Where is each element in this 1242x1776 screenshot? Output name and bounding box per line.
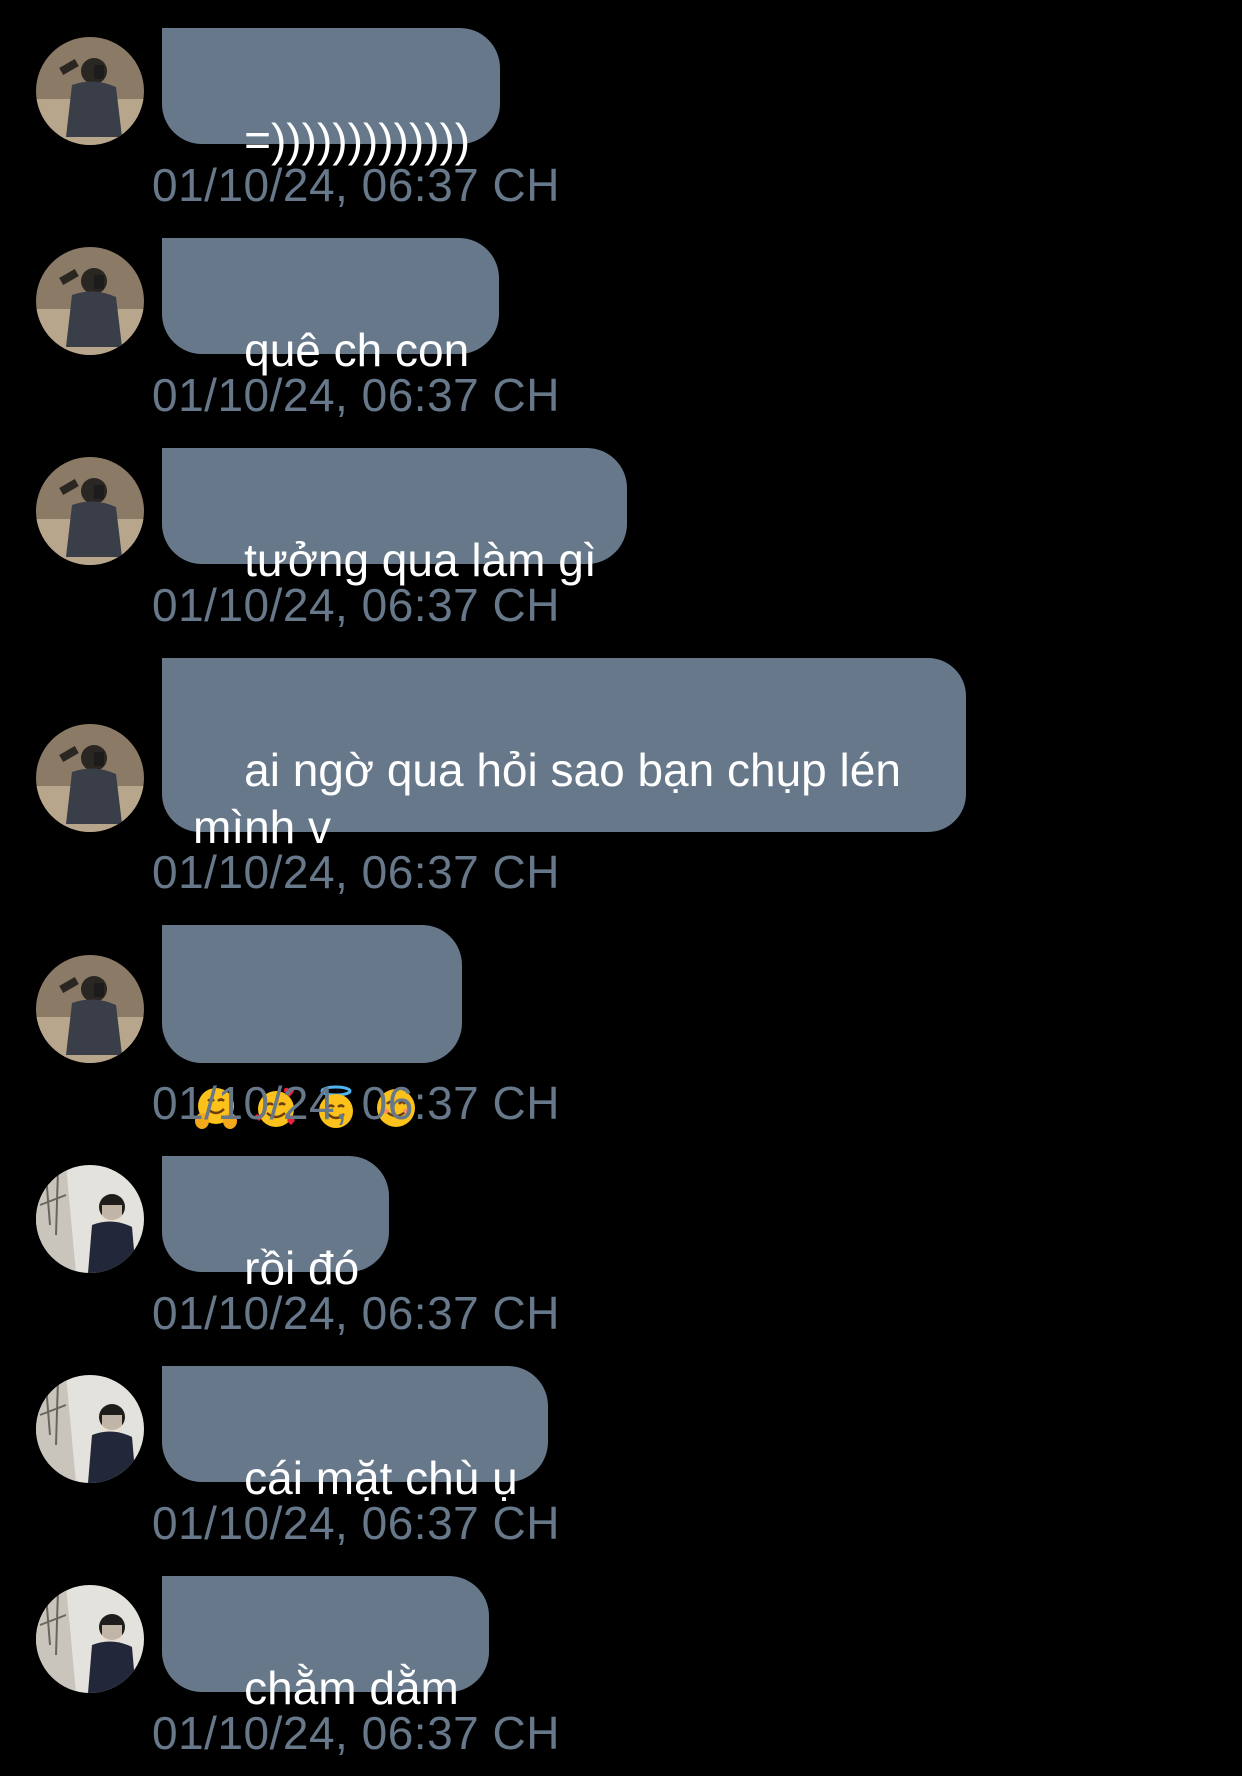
message-timestamp: 01/10/24, 06:37 CH bbox=[152, 1287, 560, 1339]
avatar[interactable] bbox=[36, 1375, 144, 1483]
message-text: ai ngờ qua hỏi sao bạn chụp lén mình v bbox=[193, 744, 901, 853]
message-bubble[interactable] bbox=[162, 925, 462, 1129]
message-timestamp: 01/10/24, 06:37 CH bbox=[152, 579, 560, 631]
person-photo-icon bbox=[36, 1375, 144, 1483]
message-bubble[interactable]: tưởng qua làm gì bbox=[162, 448, 627, 586]
avatar[interactable] bbox=[36, 1585, 144, 1693]
person-photo-icon bbox=[36, 955, 144, 1063]
message-bubble[interactable]: chằm dằm bbox=[162, 1576, 489, 1714]
person-photo-icon bbox=[36, 1585, 144, 1693]
message-timestamp: 01/10/24, 06:37 CH bbox=[152, 1497, 560, 1549]
avatar[interactable] bbox=[36, 1165, 144, 1273]
avatar[interactable] bbox=[36, 955, 144, 1063]
message-bubble[interactable]: quê ch con bbox=[162, 238, 500, 376]
message-bubble[interactable]: ai ngờ qua hỏi sao bạn chụp lén mình v bbox=[162, 658, 966, 853]
message-timestamp: 01/10/24, 06:37 CH bbox=[152, 1077, 560, 1129]
avatar[interactable] bbox=[36, 724, 144, 832]
person-photo-icon bbox=[36, 37, 144, 145]
person-photo-icon bbox=[36, 1165, 144, 1273]
person-photo-icon bbox=[36, 457, 144, 565]
avatar[interactable] bbox=[36, 37, 144, 145]
message-timestamp: 01/10/24, 06:37 CH bbox=[152, 1707, 560, 1759]
message-timestamp: 01/10/24, 06:37 CH bbox=[152, 369, 560, 421]
message-timestamp: 01/10/24, 06:37 CH bbox=[152, 846, 560, 898]
message-bubble[interactable]: =))))))))))))) bbox=[162, 28, 501, 166]
message-bubble[interactable]: rồi đó bbox=[162, 1156, 390, 1294]
message-bubble[interactable]: cái mặt chù ụ bbox=[162, 1366, 548, 1504]
person-photo-icon bbox=[36, 247, 144, 355]
avatar[interactable] bbox=[36, 457, 144, 565]
avatar[interactable] bbox=[36, 247, 144, 355]
person-photo-icon bbox=[36, 724, 144, 832]
message-timestamp: 01/10/24, 06:37 CH bbox=[152, 159, 560, 211]
